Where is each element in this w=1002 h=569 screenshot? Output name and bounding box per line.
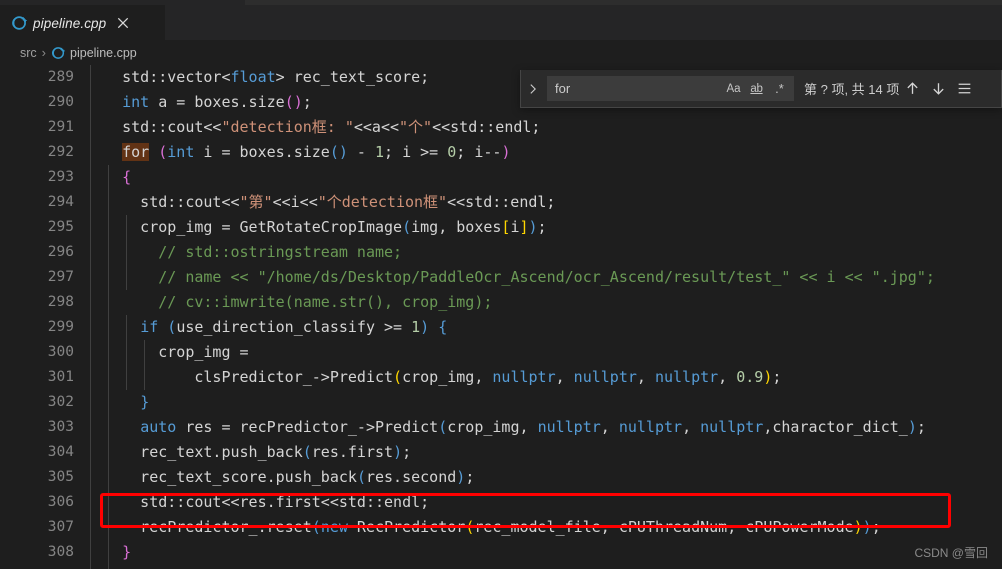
line-number-gutter: 289 290 291 292 293 294 295 296 297 298 …: [0, 65, 86, 569]
list-icon[interactable]: [951, 70, 977, 108]
line-number: 294: [47, 194, 74, 210]
line-number: 295: [47, 219, 74, 235]
line-number: 298: [47, 294, 74, 310]
code-content[interactable]: std::vector<float> rec_text_score; int a…: [86, 65, 1002, 569]
vscode-window: pipeline.cpp src › pipeline.cpp 289 290 …: [0, 0, 1002, 569]
line-number: 292: [47, 144, 74, 160]
code-line[interactable]: }: [86, 390, 149, 415]
code-line[interactable]: if (use_direction_classify >= 1) {: [86, 315, 447, 340]
breadcrumb-separator: ›: [41, 45, 47, 60]
code-line[interactable]: crop_img = GetRotateCropImage(img, boxes…: [86, 215, 546, 240]
code-line[interactable]: for (int i = boxes.size() - 1; i >= 0; i…: [86, 140, 510, 165]
code-line[interactable]: int a = boxes.size();: [86, 90, 312, 115]
line-number: 296: [47, 244, 74, 260]
line-number: 302: [47, 394, 74, 410]
breadcrumb: src › pipeline.cpp: [0, 40, 1002, 65]
cpp-file-icon: [51, 46, 65, 60]
code-line[interactable]: rec_text_score.push_back(res.second);: [86, 465, 474, 490]
line-number: 307: [47, 519, 74, 535]
line-number: 297: [47, 269, 74, 285]
editor-tab-bar: pipeline.cpp: [0, 5, 1002, 40]
code-line[interactable]: std::vector<float> rec_text_score;: [86, 65, 429, 90]
line-number: 301: [47, 369, 74, 385]
code-line[interactable]: recPredictor_.reset(new RecPredictor(rec…: [86, 515, 881, 540]
find-options: Aa ab .*: [722, 76, 791, 101]
regex-icon[interactable]: .*: [768, 78, 791, 99]
find-widget[interactable]: Aa ab .* 第 ? 项, 共 14 项: [520, 70, 1002, 108]
find-input-wrapper[interactable]: Aa ab .*: [547, 76, 794, 101]
line-number: 303: [47, 419, 74, 435]
line-number: 306: [47, 494, 74, 510]
code-line[interactable]: rec_text.push_back(res.first);: [86, 440, 411, 465]
find-input[interactable]: [547, 77, 707, 100]
breadcrumb-file-label: pipeline.cpp: [70, 45, 137, 60]
match-case-icon[interactable]: Aa: [722, 78, 745, 99]
arrow-down-icon[interactable]: [925, 70, 951, 108]
line-number: 308: [47, 544, 74, 560]
line-number: 309: [4, 565, 74, 569]
whole-word-icon[interactable]: ab: [745, 78, 768, 99]
code-line[interactable]: {: [86, 165, 131, 190]
code-line[interactable]: std::cout<<"detection框: "<<a<<"个"<<std::…: [86, 115, 540, 140]
tab-label: pipeline.cpp: [33, 15, 107, 31]
code-line[interactable]: auto res = recPredictor_->Predict(crop_i…: [86, 415, 926, 440]
csdn-watermark: CSDN @雪回: [914, 546, 988, 560]
line-number: 299: [47, 319, 74, 335]
line-number: 290: [47, 94, 74, 110]
code-line[interactable]: // name << "/home/ds/Desktop/PaddleOcr_A…: [86, 265, 935, 290]
find-result-count: 第 ? 项, 共 14 项: [804, 82, 900, 97]
code-line[interactable]: // std::ostringstream name;: [86, 240, 402, 265]
code-line[interactable]: // cv::imwrite(name.str(), crop_img);: [86, 290, 492, 315]
breadcrumb-item-src[interactable]: src: [20, 46, 37, 60]
line-number: 291: [47, 119, 74, 135]
code-editor[interactable]: 289 290 291 292 293 294 295 296 297 298 …: [0, 65, 1002, 569]
code-line[interactable]: }: [86, 540, 131, 565]
code-line[interactable]: std::cout<<"第"<<i<<"个detection框"<<std::e…: [86, 190, 555, 215]
arrow-up-icon[interactable]: [899, 70, 925, 108]
close-icon[interactable]: [115, 15, 131, 31]
line-number: 293: [47, 169, 74, 185]
line-number: 289: [47, 69, 74, 85]
line-number: 300: [47, 344, 74, 360]
chevron-right-icon[interactable]: [523, 70, 543, 108]
code-line[interactable]: std::cout<<res.first<<std::endl;: [86, 490, 429, 515]
tab-pipeline-cpp[interactable]: pipeline.cpp: [0, 5, 165, 40]
cpp-file-icon: [11, 15, 27, 31]
code-line[interactable]: clsPredictor_->Predict(crop_img, nullptr…: [86, 365, 781, 390]
breadcrumb-item-file[interactable]: pipeline.cpp: [51, 46, 137, 60]
line-number: 304: [47, 444, 74, 460]
find-match-highlight: for: [122, 143, 150, 161]
code-line[interactable]: crop_img =: [86, 340, 248, 365]
line-number: 305: [47, 469, 74, 485]
